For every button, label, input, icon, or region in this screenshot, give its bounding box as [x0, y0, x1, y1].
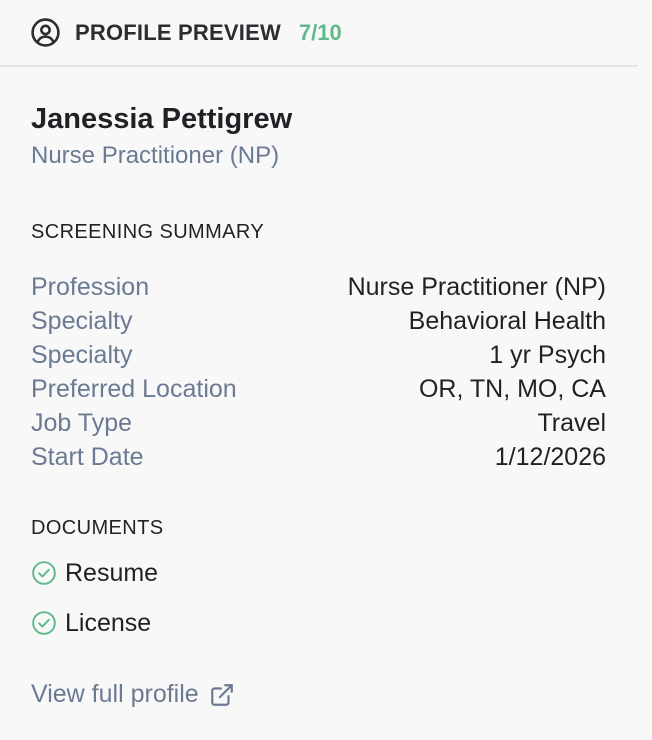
candidate-role: Nurse Practitioner (NP) [31, 142, 280, 169]
document-label: License [65, 608, 152, 637]
summary-label: Specialty [31, 306, 133, 335]
screening-summary-title: SCREENING SUMMARY [31, 221, 265, 243]
summary-row-profession: Profession Nurse Practitioner (NP) [31, 270, 606, 304]
summary-value: Nurse Practitioner (NP) [347, 272, 606, 301]
view-full-profile-link[interactable]: View full profile [31, 680, 235, 709]
summary-value: OR, TN, MO, CA [418, 374, 606, 403]
profile-score: 7/10 [298, 19, 342, 45]
summary-label: Profession [31, 272, 150, 301]
summary-label: Preferred Location [31, 374, 237, 403]
summary-row-job-type: Job Type Travel [31, 406, 606, 440]
document-label: Resume [65, 558, 159, 587]
summary-row-specialty: Specialty Behavioral Health [31, 304, 606, 338]
documents-title: DOCUMENTS [31, 517, 164, 539]
summary-label: Job Type [31, 408, 133, 437]
profile-preview-header: PROFILE PREVIEW 7/10 [0, 0, 638, 67]
summary-row-specialty-experience: Specialty 1 yr Psych [31, 338, 606, 372]
summary-label: Specialty [31, 340, 133, 369]
summary-row-start-date: Start Date 1/12/2026 [31, 440, 606, 474]
document-item-resume: Resume [31, 556, 606, 590]
summary-label: Start Date [31, 442, 144, 471]
check-circle-icon [31, 610, 57, 636]
header-title: PROFILE PREVIEW [75, 19, 281, 45]
screening-summary-list: Profession Nurse Practitioner (NP) Speci… [31, 270, 606, 474]
view-full-profile-label: View full profile [31, 680, 199, 708]
check-circle-icon [31, 560, 57, 586]
summary-row-preferred-location: Preferred Location OR, TN, MO, CA [31, 372, 606, 406]
candidate-name: Janessia Pettigrew [31, 103, 293, 135]
profile-content: Janessia Pettigrew Nurse Practitioner (N… [0, 101, 652, 709]
summary-value: 1/12/2026 [494, 442, 606, 471]
summary-value: Behavioral Health [408, 306, 606, 335]
summary-value: 1 yr Psych [489, 340, 606, 369]
external-link-icon [209, 682, 235, 708]
document-item-license: License [31, 606, 606, 640]
user-circle-icon [30, 17, 61, 48]
summary-value: Travel [537, 408, 606, 437]
